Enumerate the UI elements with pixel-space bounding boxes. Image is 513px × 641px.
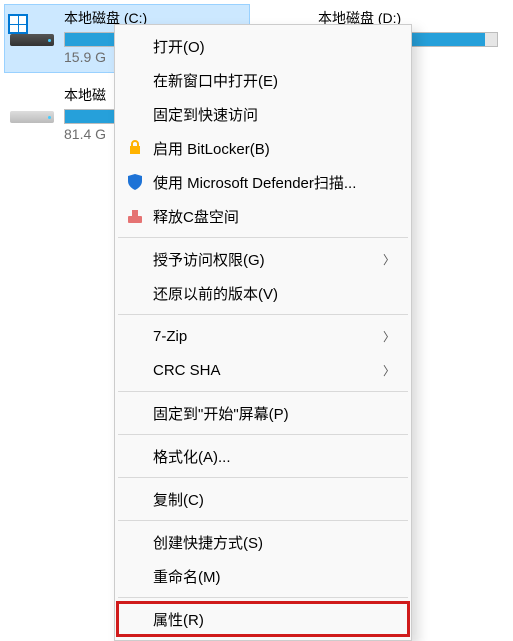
- menu-label: 授予访问权限(G): [153, 249, 265, 270]
- submenu-arrow-icon: 〉: [383, 328, 395, 345]
- menu-divider: [118, 477, 408, 478]
- menu-scan-defender[interactable]: 使用 Microsoft Defender扫描...: [117, 165, 409, 199]
- menu-label: 重命名(M): [153, 566, 221, 587]
- menu-divider: [118, 391, 408, 392]
- menu-divider: [118, 434, 408, 435]
- menu-open-new-window[interactable]: 在新窗口中打开(E): [117, 63, 409, 97]
- menu-pin-quick-access[interactable]: 固定到快速访问: [117, 97, 409, 131]
- menu-label: 复制(C): [153, 489, 204, 510]
- menu-grant-access[interactable]: 授予访问权限(G) 〉: [117, 242, 409, 276]
- menu-divider: [118, 520, 408, 521]
- menu-divider: [118, 237, 408, 238]
- drive-icon: [10, 14, 54, 50]
- menu-copy[interactable]: 复制(C): [117, 482, 409, 516]
- cleanup-icon: [125, 206, 145, 226]
- menu-properties[interactable]: 属性(R): [117, 602, 409, 636]
- menu-restore-previous[interactable]: 还原以前的版本(V): [117, 276, 409, 310]
- menu-pin-start[interactable]: 固定到"开始"屏幕(P): [117, 396, 409, 430]
- menu-rename[interactable]: 重命名(M): [117, 559, 409, 593]
- menu-divider: [118, 314, 408, 315]
- menu-create-shortcut[interactable]: 创建快捷方式(S): [117, 525, 409, 559]
- menu-label: 格式化(A)...: [153, 446, 231, 467]
- menu-7zip[interactable]: 7-Zip 〉: [117, 319, 409, 353]
- menu-label: 属性(R): [153, 609, 204, 630]
- shield-icon: [125, 172, 145, 192]
- drive-icon: [10, 91, 54, 127]
- context-menu: 打开(O) 在新窗口中打开(E) 固定到快速访问 启用 BitLocker(B)…: [114, 24, 412, 641]
- menu-label: 固定到快速访问: [153, 104, 258, 125]
- menu-label: CRC SHA: [153, 362, 221, 379]
- menu-label: 启用 BitLocker(B): [153, 138, 270, 159]
- menu-format[interactable]: 格式化(A)...: [117, 439, 409, 473]
- menu-label: 打开(O): [153, 36, 205, 57]
- menu-label: 创建快捷方式(S): [153, 532, 263, 553]
- menu-label: 还原以前的版本(V): [153, 283, 278, 304]
- menu-label: 固定到"开始"屏幕(P): [153, 403, 289, 424]
- bitlocker-icon: [125, 138, 145, 158]
- menu-crc-sha[interactable]: CRC SHA 〉: [117, 353, 409, 387]
- menu-label: 7-Zip: [153, 328, 187, 345]
- menu-label: 在新窗口中打开(E): [153, 70, 278, 91]
- windows-badge-icon: [8, 14, 28, 34]
- submenu-arrow-icon: 〉: [383, 362, 395, 379]
- menu-divider: [118, 597, 408, 598]
- menu-label: 使用 Microsoft Defender扫描...: [153, 172, 356, 193]
- menu-free-c-space[interactable]: 释放C盘空间: [117, 199, 409, 233]
- submenu-arrow-icon: 〉: [383, 251, 395, 268]
- menu-enable-bitlocker[interactable]: 启用 BitLocker(B): [117, 131, 409, 165]
- menu-open[interactable]: 打开(O): [117, 29, 409, 63]
- menu-label: 释放C盘空间: [153, 206, 239, 227]
